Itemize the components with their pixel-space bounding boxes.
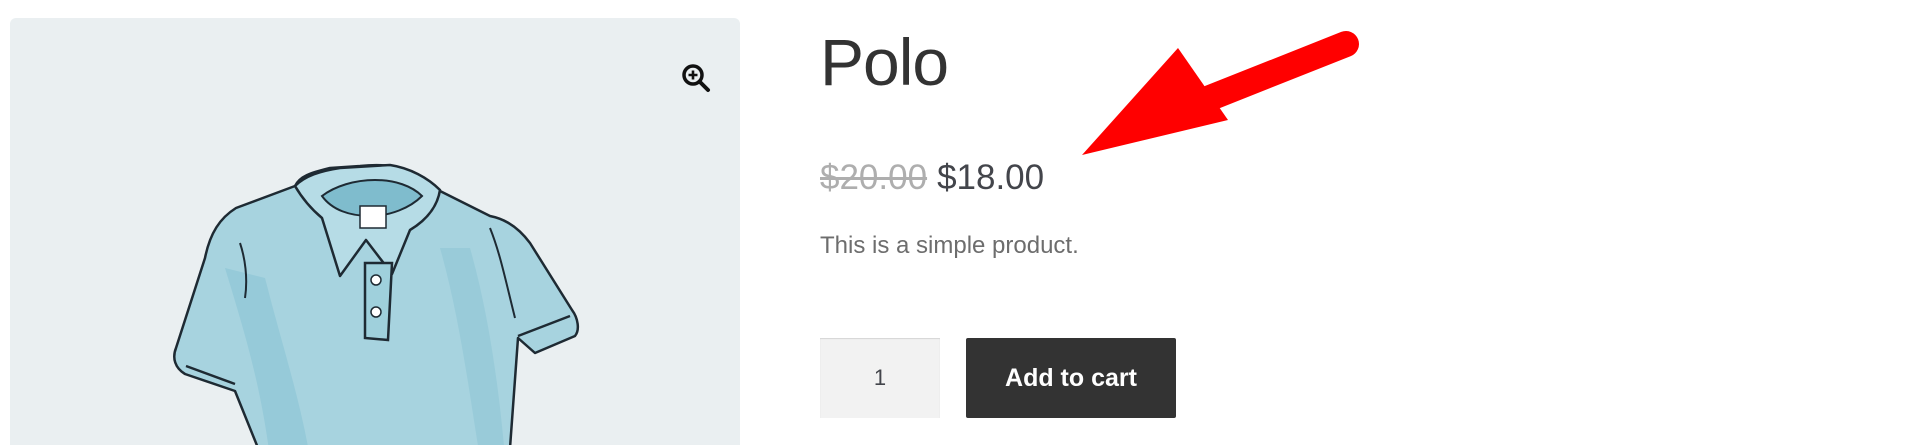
- zoom-in-icon: [682, 64, 710, 92]
- regular-price: $20.00: [820, 158, 928, 197]
- product-summary: Polo $20.00 $18.00 This is a simple produ…: [820, 0, 1870, 445]
- product-title: Polo: [820, 25, 949, 99]
- polo-shirt-image: [173, 163, 580, 445]
- quantity-input[interactable]: [820, 338, 940, 418]
- product-page: Polo $20.00 $18.00 This is a simple produ…: [0, 0, 1920, 445]
- product-description: This is a simple product.: [820, 232, 1079, 259]
- sale-price: $18.00: [937, 158, 1045, 197]
- add-to-cart-form: Add to cart: [820, 338, 1176, 418]
- add-to-cart-button[interactable]: Add to cart: [966, 338, 1176, 418]
- zoom-button[interactable]: [666, 48, 726, 108]
- product-gallery: [10, 18, 740, 445]
- product-price: $20.00 $18.00: [820, 156, 1044, 200]
